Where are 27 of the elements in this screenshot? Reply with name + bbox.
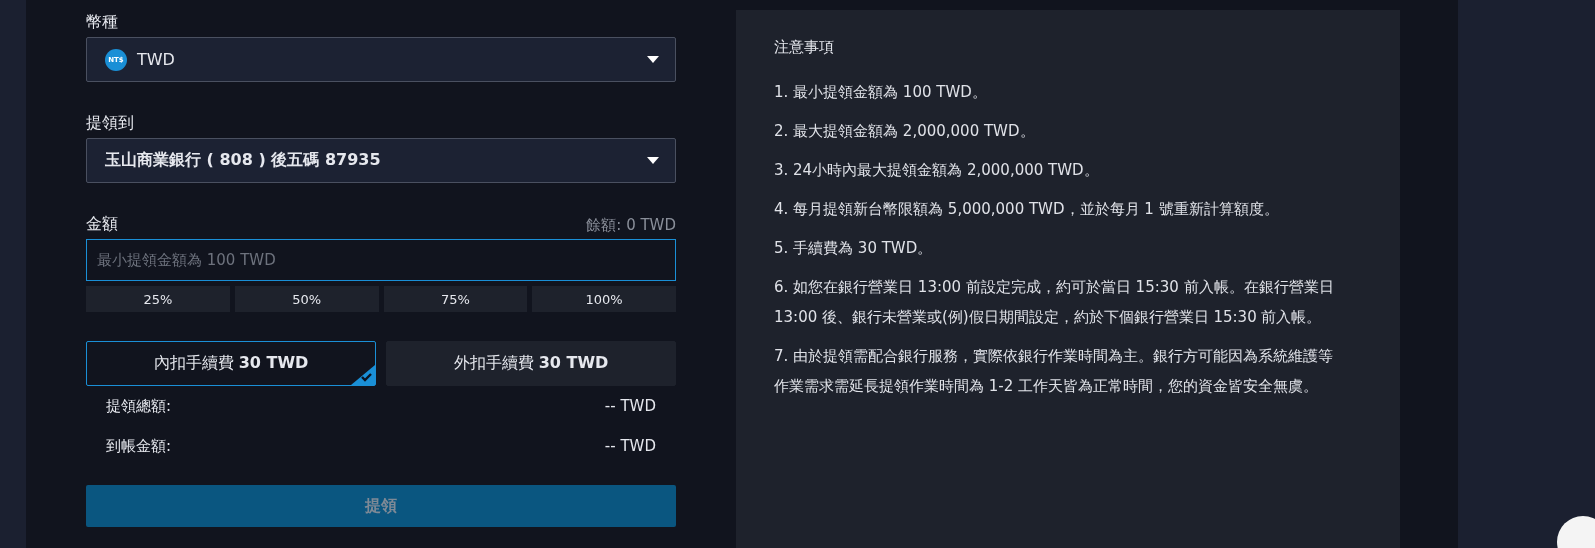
note-text: 2. 最大提領金額為 2,000,000 TWD。 bbox=[774, 121, 1036, 142]
fee-option[interactable]: 內扣手續費 30 TWD bbox=[86, 341, 376, 386]
percent-button[interactable]: 100% bbox=[532, 286, 676, 312]
note-text: 7. 由於提領需配合銀行服務，實際依銀行作業時間為主。銀行方可能因為系統維護等作業需求需延長提領作業時間為 1-2 工作天皆為正常時間，您的資金皆安全無虞。 bbox=[774, 346, 1335, 397]
summary-value: -- TWD bbox=[604, 437, 656, 455]
field-label: 金額 bbox=[86, 214, 118, 235]
percent-button[interactable]: 50% bbox=[234, 286, 379, 312]
summary-label: 提領總額: bbox=[106, 396, 172, 416]
note-text: 4. 每月提領新台幣限額為 5,000,000 TWD，並於每月 1 號重新計算額度。 bbox=[774, 199, 1280, 220]
field-label: 幣種 bbox=[86, 12, 119, 33]
bank-select[interactable]: 玉山商業銀行 ( 808 ) 後五碼 87935 bbox=[86, 138, 676, 183]
field-label: 提領到 bbox=[86, 113, 135, 134]
caret-icon bbox=[647, 157, 659, 164]
note-text: 6. 如您在銀行營業日 13:00 前設定完成，約可於當日 15:30 前入帳。在銀行營業日 13:00 後、銀行未營業或(例)假日期間設定，約於下個銀行營業日 15:30 前入帳。 bbox=[774, 277, 1335, 328]
summary-label: 到帳金額: bbox=[106, 436, 172, 456]
caret-icon bbox=[647, 56, 659, 63]
percent-button[interactable]: 25% bbox=[86, 286, 230, 312]
notes-title: 注意事項 bbox=[774, 38, 835, 57]
summary-value: -- TWD bbox=[604, 397, 656, 415]
check-icon bbox=[351, 365, 375, 385]
percent-button[interactable]: 75% bbox=[383, 286, 528, 312]
note-text: 1. 最小提領金額為 100 TWD。 bbox=[774, 82, 988, 103]
fee-option[interactable]: 外扣手續費 30 TWD bbox=[386, 341, 676, 386]
note-text: 3. 24小時內最大提領金額為 2,000,000 TWD。 bbox=[774, 160, 1100, 181]
balance-text: 餘額: 0 TWD bbox=[586, 215, 676, 235]
note-text: 5. 手續費為 30 TWD。 bbox=[774, 238, 934, 259]
amount-input[interactable]: 最小提領金額為 100 TWD bbox=[86, 239, 676, 281]
